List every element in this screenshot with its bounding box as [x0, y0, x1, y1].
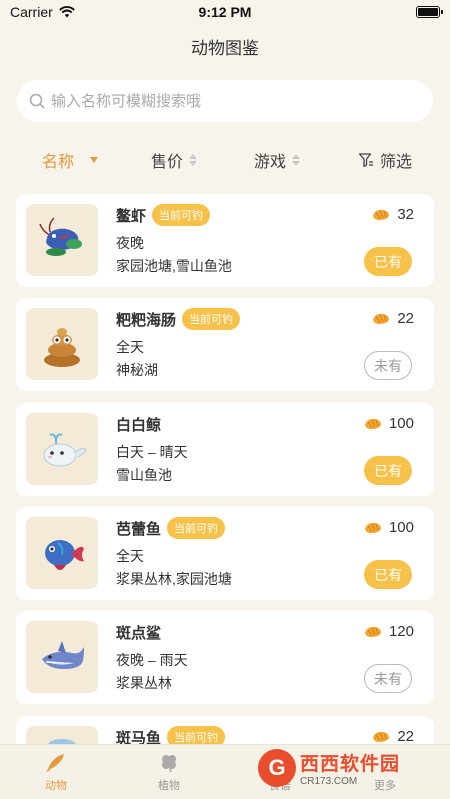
filter-bar: 名称 售价 游戏 筛选: [0, 140, 450, 176]
battery-icon: [416, 6, 443, 18]
sort-arrows-icon: [189, 154, 198, 166]
search-input[interactable]: [51, 92, 411, 110]
animal-name: 粑粑海肠: [116, 311, 177, 329]
filter-icon: [358, 153, 373, 168]
animal-price: 100: [363, 415, 414, 432]
animal-location: 浆果丛林: [116, 675, 172, 691]
animal-price: 120: [363, 623, 414, 640]
owned-button[interactable]: 已有: [364, 247, 412, 276]
shark-icon: [42, 641, 84, 669]
animal-time: 全天: [116, 548, 144, 564]
clock: 9:12 PM: [198, 4, 252, 20]
search-bar[interactable]: [17, 80, 433, 122]
tab-plants[interactable]: 植物: [139, 751, 199, 793]
tab-animals[interactable]: 动物: [26, 751, 86, 793]
catchable-badge: 当前可钓: [182, 308, 241, 330]
price-value: 32: [397, 206, 414, 223]
price-value: 100: [388, 519, 414, 536]
animal-location: 神秘湖: [116, 362, 158, 378]
shell-coin-icon: [373, 731, 390, 742]
not-owned-button[interactable]: 未有: [364, 351, 412, 380]
animal-thumbnail: [26, 621, 98, 693]
animal-thumbnail: [26, 413, 98, 485]
animal-name: 斑点鲨: [116, 624, 162, 642]
shell-coin-icon: [373, 209, 390, 220]
animal-location: 浆果丛林,家园池塘: [116, 571, 232, 587]
fish-icon: [45, 540, 84, 570]
animal-time: 夜晚: [116, 235, 144, 251]
watermark: G 西西软件园 CR173.COM: [258, 748, 430, 788]
price-value: 120: [388, 623, 414, 640]
animal-location: 家园池塘,雪山鱼池: [116, 258, 232, 274]
clover-icon: [162, 755, 176, 773]
sort-game-label: 游戏: [254, 154, 287, 171]
animal-location: 雪山鱼池: [116, 467, 172, 483]
not-owned-button[interactable]: 未有: [364, 664, 412, 693]
animal-thumbnail: [26, 204, 98, 276]
animal-time: 夜晚 – 雨天: [116, 652, 188, 668]
fish-tab-icon: [46, 754, 64, 772]
animal-card[interactable]: 鳌虾 当前可钓 夜晚 家园池塘,雪山鱼池 32 已有: [16, 194, 434, 287]
shell-coin-icon: [364, 626, 381, 637]
sort-by-name[interactable]: 名称: [42, 148, 99, 172]
animal-time: 白天 – 晴天: [116, 444, 188, 460]
animal-price: 32: [371, 206, 414, 223]
animal-card[interactable]: 白白鲸 白天 – 晴天 雪山鱼池 100 已有: [16, 403, 434, 496]
filter-button[interactable]: 筛选: [358, 148, 412, 172]
animal-thumbnail: [26, 517, 98, 589]
animal-name: 鳌虾: [116, 207, 147, 225]
sort-by-price[interactable]: 售价: [151, 148, 198, 172]
sort-price-label: 售价: [151, 154, 184, 171]
watermark-url: CR173.COM: [300, 776, 358, 787]
tab-plants-label: 植物: [158, 780, 180, 792]
animal-name: 芭蕾鱼: [116, 520, 162, 538]
animal-time: 全天: [116, 339, 144, 355]
crayfish-icon: [39, 217, 82, 256]
sort-arrows-icon: [292, 154, 301, 166]
animal-thumbnail: [26, 308, 98, 380]
animal-price: 22: [371, 728, 414, 745]
watermark-title: 西西软件园: [300, 754, 401, 775]
shell-coin-icon: [364, 522, 381, 533]
search-icon: [29, 93, 45, 109]
animal-price: 22: [371, 310, 414, 327]
animal-name: 白白鲸: [116, 416, 162, 434]
price-value: 22: [397, 728, 414, 745]
poop-icon: [44, 328, 80, 367]
catchable-badge: 当前可钓: [152, 204, 211, 226]
filter-label: 筛选: [380, 154, 413, 171]
animal-card[interactable]: 粑粑海肠 当前可钓 全天 神秘湖 22 未有: [16, 298, 434, 391]
catchable-badge: 当前可钓: [167, 517, 226, 539]
caret-down-icon: [90, 157, 99, 163]
watermark-logo: G: [258, 749, 296, 787]
owned-button[interactable]: 已有: [364, 560, 412, 589]
owned-button[interactable]: 已有: [364, 456, 412, 485]
price-value: 22: [397, 310, 414, 327]
status-bar: Carrier 9:12 PM: [0, 0, 450, 24]
animal-card[interactable]: 芭蕾鱼 当前可钓 全天 浆果丛林,家园池塘 100 已有: [16, 507, 434, 600]
shell-coin-icon: [364, 418, 381, 429]
animal-price: 100: [363, 519, 414, 536]
sort-by-game[interactable]: 游戏: [254, 148, 301, 172]
price-value: 100: [388, 415, 414, 432]
page-title: 动物图鉴: [191, 39, 259, 58]
tab-animals-label: 动物: [45, 780, 67, 792]
sort-name-label: 名称: [42, 154, 75, 171]
whale-icon: [43, 433, 87, 467]
animal-card[interactable]: 斑点鲨 夜晚 – 雨天 浆果丛林 120 未有: [16, 611, 434, 704]
shell-coin-icon: [373, 313, 390, 324]
